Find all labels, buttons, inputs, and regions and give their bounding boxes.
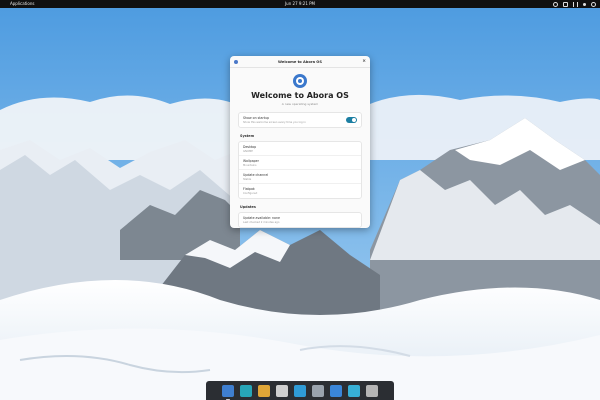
window-title: Welcome to Abora OS: [278, 59, 322, 64]
clock[interactable]: Jun 27 9:21 PM: [0, 0, 600, 8]
calendar-app-icon[interactable]: [312, 384, 324, 397]
terminal-app-icon[interactable]: [240, 384, 252, 397]
list-item-value: GNOME: [243, 150, 253, 153]
list-item-title: Wallpaper: [243, 159, 259, 163]
system-list: Desktop GNOME Wallpaper Mountains Update…: [238, 141, 362, 199]
window-titlebar[interactable]: Welcome to Abora OS ×: [230, 56, 370, 68]
list-item-title: Flatpak: [243, 187, 255, 191]
startup-toggle[interactable]: [346, 117, 357, 123]
list-item[interactable]: Update channel Stable: [239, 170, 361, 184]
abora-logo-icon: [293, 74, 307, 88]
list-item[interactable]: Desktop GNOME: [239, 142, 361, 156]
list-item[interactable]: Flatpak Configured: [239, 184, 361, 198]
welcome-window: Welcome to Abora OS × Welcome to Abora O…: [230, 56, 370, 228]
grid-app-icon[interactable]: [258, 384, 270, 397]
startup-row: Show on startup Show this welcome screen…: [239, 113, 361, 127]
store-app-icon[interactable]: [348, 384, 360, 397]
startup-card: Show on startup Show this welcome screen…: [238, 112, 362, 128]
startup-label: Show on startup: [243, 116, 270, 120]
list-item-title: Update available: none: [243, 216, 280, 220]
system-section-label: System: [240, 134, 255, 138]
list-item-value: Last checked 2 minutes ago: [243, 221, 280, 224]
dock: [206, 381, 394, 400]
list-item-value: Configured: [243, 192, 258, 195]
browser-app-icon[interactable]: [330, 384, 342, 397]
welcome-heading: Welcome to Abora OS: [251, 91, 349, 100]
top-panel: Applications Jun 27 9:21 PM: [0, 0, 600, 8]
startup-description: Show this welcome screen every time you …: [243, 121, 306, 124]
close-icon[interactable]: ×: [362, 59, 366, 64]
welcome-subtitle: A new operating system: [281, 102, 319, 106]
updates-list: Update available: none Last checked 2 mi…: [238, 212, 362, 228]
trash-app-icon[interactable]: [366, 384, 378, 397]
settings-app-icon[interactable]: [276, 384, 288, 397]
list-item-value: Stable: [243, 178, 252, 181]
updates-section-label: Updates: [240, 205, 256, 209]
list-item-value: Mountains: [243, 164, 257, 167]
list-item-title: Desktop: [243, 145, 257, 149]
app-icon: [234, 60, 238, 64]
folder-app-icon[interactable]: [294, 384, 306, 397]
files-app-icon[interactable]: [222, 384, 234, 400]
list-item[interactable]: Update available: none Last checked 2 mi…: [239, 213, 361, 227]
list-item-title: Update channel: [243, 173, 269, 177]
list-item[interactable]: Wallpaper Mountains: [239, 156, 361, 170]
